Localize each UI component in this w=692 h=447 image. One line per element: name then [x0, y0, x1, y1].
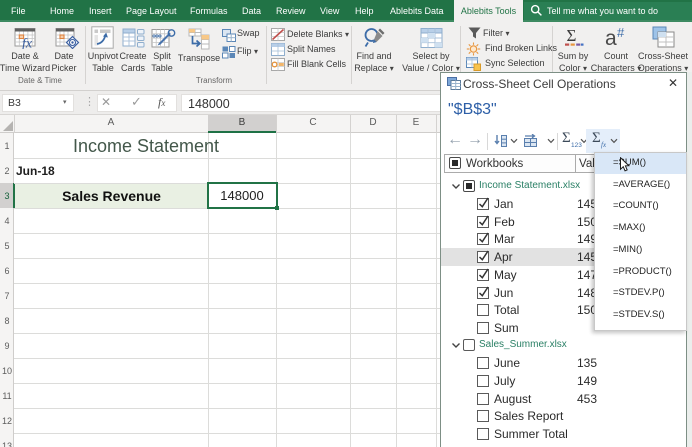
- svg-text:fx: fx: [22, 37, 33, 50]
- svg-text:Σ: Σ: [567, 26, 577, 45]
- svg-text:a: a: [605, 27, 617, 49]
- svg-text:#: #: [617, 26, 625, 40]
